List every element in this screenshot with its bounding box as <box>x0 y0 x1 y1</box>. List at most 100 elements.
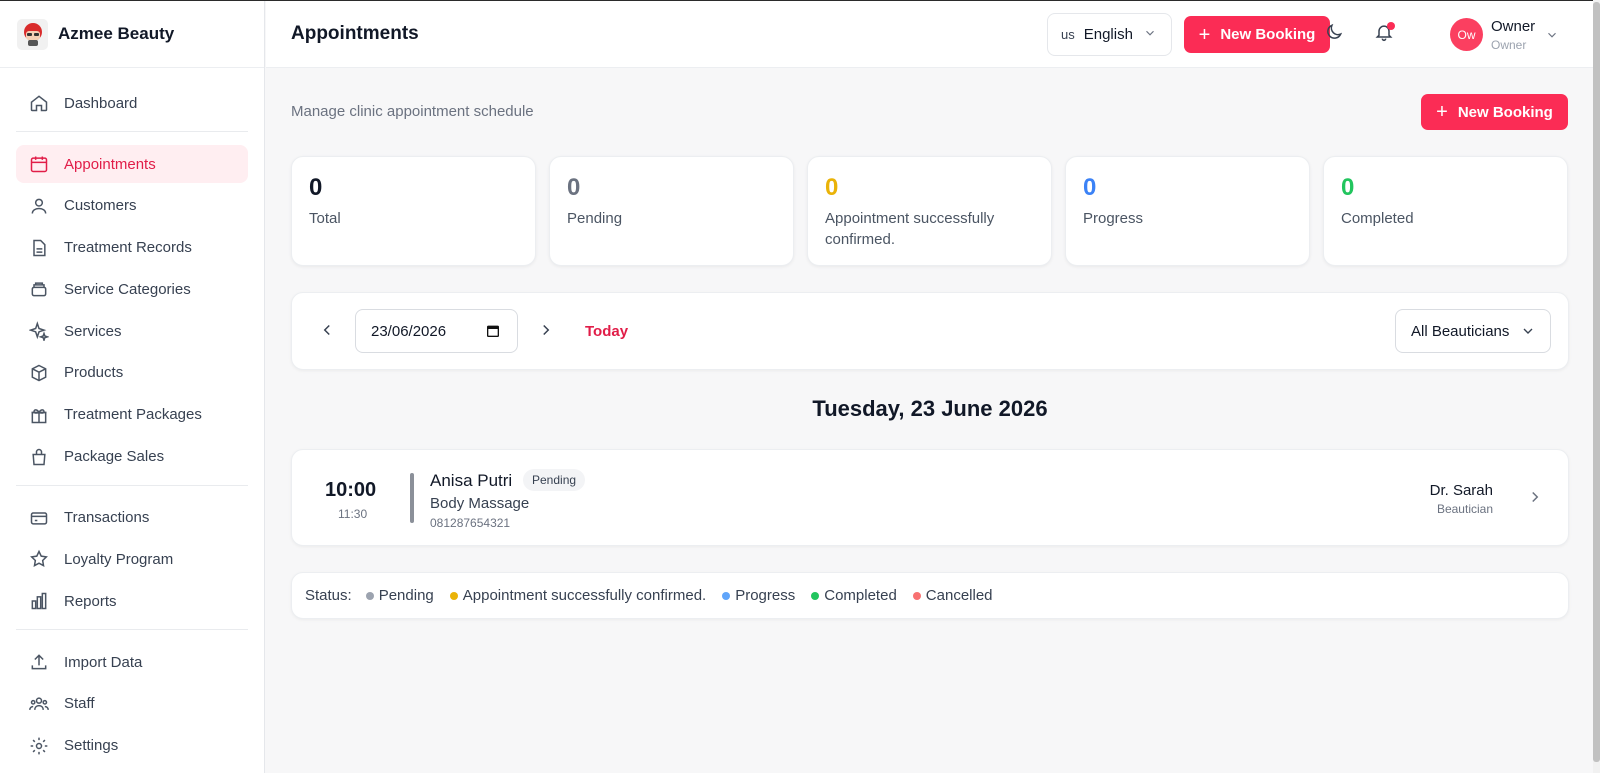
sidebar-divider <box>16 484 248 486</box>
home-icon <box>29 93 49 113</box>
calendar-icon[interactable] <box>485 323 501 343</box>
sidebar-item-label: Service Categories <box>64 280 191 298</box>
sidebar-item-package-sales[interactable]: Package Sales <box>16 438 248 476</box>
status-badge: Pending <box>523 469 586 491</box>
status-dot <box>722 591 731 600</box>
page-subtitle: Manage clinic appointment schedule <box>291 103 534 120</box>
notification-dot <box>1387 22 1395 30</box>
legend-item-completed: Completed <box>811 587 897 604</box>
sidebar-item-label: Loyalty Program <box>64 550 174 568</box>
sidebar-item-label: Package Sales <box>64 448 165 466</box>
status-dot <box>365 591 374 600</box>
stat-label: Appointment successfully confirmed. <box>825 210 995 248</box>
beautician-filter-select[interactable]: All Beauticians <box>1395 309 1551 353</box>
star-icon <box>29 549 49 569</box>
layers-icon <box>29 279 49 299</box>
user-role: Owner <box>1491 38 1527 52</box>
top-header: Appointments us English + New Booking Ow… <box>266 1 1600 68</box>
sidebar-item-treatment-packages[interactable]: Treatment Packages <box>16 396 248 434</box>
date-value: 23/06/2026 <box>371 322 447 340</box>
sidebar-item-dashboard[interactable]: Dashboard <box>16 84 248 122</box>
status-dot <box>811 591 820 600</box>
stat-label: Completed <box>1341 210 1414 227</box>
sidebar-item-appointments[interactable]: Appointments <box>16 145 248 183</box>
service-name: Body Massage <box>430 495 530 512</box>
stat-card-total: 0 Total <box>291 156 536 266</box>
customer-phone: 081287654321 <box>430 516 511 530</box>
gear-icon <box>29 736 49 756</box>
new-booking-button[interactable]: + New Booking <box>1421 94 1568 130</box>
dark-mode-toggle[interactable] <box>1323 23 1345 45</box>
stat-card-completed: 0 Completed <box>1323 156 1568 266</box>
sidebar-item-settings[interactable]: Settings <box>16 727 248 765</box>
header-new-booking-button[interactable]: + New Booking <box>1184 16 1330 53</box>
sidebar-item-products[interactable]: Products <box>16 354 248 392</box>
status-dot <box>449 591 458 600</box>
credit-card-icon <box>29 508 49 528</box>
gift-icon <box>29 405 49 425</box>
date-input[interactable]: 23/06/2026 <box>355 309 518 353</box>
sidebar-item-loyalty-program[interactable]: Loyalty Program <box>16 540 248 578</box>
legend-label: Pending <box>378 587 434 604</box>
sidebar-item-treatment-records[interactable]: Treatment Records <box>16 229 248 267</box>
page-scrollbar[interactable] <box>1593 0 1600 773</box>
page-title: Appointments <box>291 23 419 44</box>
chevron-right-icon <box>537 321 555 344</box>
sidebar-item-label: Reports <box>64 592 117 610</box>
user-name[interactable]: Owner <box>1491 18 1535 35</box>
legend-label: Cancelled <box>925 587 993 604</box>
stat-label: Pending <box>567 210 623 227</box>
plus-icon: + <box>1198 23 1211 46</box>
plus-icon: + <box>1436 101 1448 123</box>
stat-label: Total <box>309 210 341 227</box>
status-dot <box>912 591 921 600</box>
legend-item-cancelled: Cancelled <box>912 587 993 604</box>
legend-label: Progress <box>735 587 796 604</box>
stat-card-progress: 0 Progress <box>1065 156 1310 266</box>
sidebar-item-services[interactable]: Services <box>16 312 248 350</box>
language-select[interactable]: us English <box>1047 13 1172 56</box>
brand[interactable]: Azmee Beauty <box>0 1 264 68</box>
sidebar-nav: Dashboard Appointments Customers Treatme… <box>0 68 264 765</box>
appointment-card[interactable]: 10:00 11:30 Anisa Putri Pending Body Mas… <box>291 449 1569 546</box>
notifications-button[interactable] <box>1373 22 1395 45</box>
legend-label: Completed <box>824 587 897 604</box>
scrollbar-thumb[interactable] <box>1593 2 1600 762</box>
stat-value: 0 <box>309 174 323 201</box>
previous-day-button[interactable] <box>317 322 337 342</box>
stat-card-confirmed: 0 Appointment successfully confirmed. <box>807 156 1052 266</box>
beautician-name: Dr. Sarah <box>1429 482 1493 499</box>
next-day-button[interactable] <box>536 322 556 342</box>
sidebar-item-label: Appointments <box>64 155 156 173</box>
brand-logo-icon <box>17 18 48 50</box>
sidebar-item-staff[interactable]: Staff <box>16 685 248 723</box>
date-navigation-bar: 23/06/2026 Today All Beauticians <box>291 292 1569 370</box>
chevron-down-icon[interactable] <box>1545 28 1559 47</box>
sidebar-item-label: Products <box>64 364 124 382</box>
shopping-bag-icon <box>29 447 49 467</box>
team-icon <box>29 694 49 714</box>
sidebar-item-reports[interactable]: Reports <box>16 582 248 620</box>
sidebar-item-service-categories[interactable]: Service Categories <box>16 270 248 308</box>
chevron-right-icon[interactable] <box>1526 488 1544 511</box>
sidebar-item-import-data[interactable]: Import Data <box>16 643 248 681</box>
legend-item-confirmed: Appointment successfully confirmed. <box>449 587 706 604</box>
appointment-start-time: 10:00 <box>325 479 377 501</box>
today-button[interactable]: Today <box>585 323 628 340</box>
language-code: us <box>1061 27 1075 42</box>
chevron-down-icon <box>1520 323 1536 343</box>
legend-item-progress: Progress <box>722 587 795 604</box>
status-legend: Status: Pending Appointment successfully… <box>291 572 1569 619</box>
sidebar-item-customers[interactable]: Customers <box>16 187 248 225</box>
sidebar-divider <box>16 131 248 132</box>
sidebar-item-label: Transactions <box>64 509 150 527</box>
avatar[interactable]: Ow <box>1450 18 1483 51</box>
sidebar-item-label: Dashboard <box>64 94 138 112</box>
sparkles-icon <box>29 321 49 342</box>
stat-value: 0 <box>825 174 839 201</box>
sidebar-item-label: Staff <box>64 695 95 713</box>
brand-name: Azmee Beauty <box>58 24 175 43</box>
sidebar-item-transactions[interactable]: Transactions <box>16 499 248 537</box>
customer-name: Anisa Putri <box>430 471 513 490</box>
status-color-bar <box>410 473 414 523</box>
